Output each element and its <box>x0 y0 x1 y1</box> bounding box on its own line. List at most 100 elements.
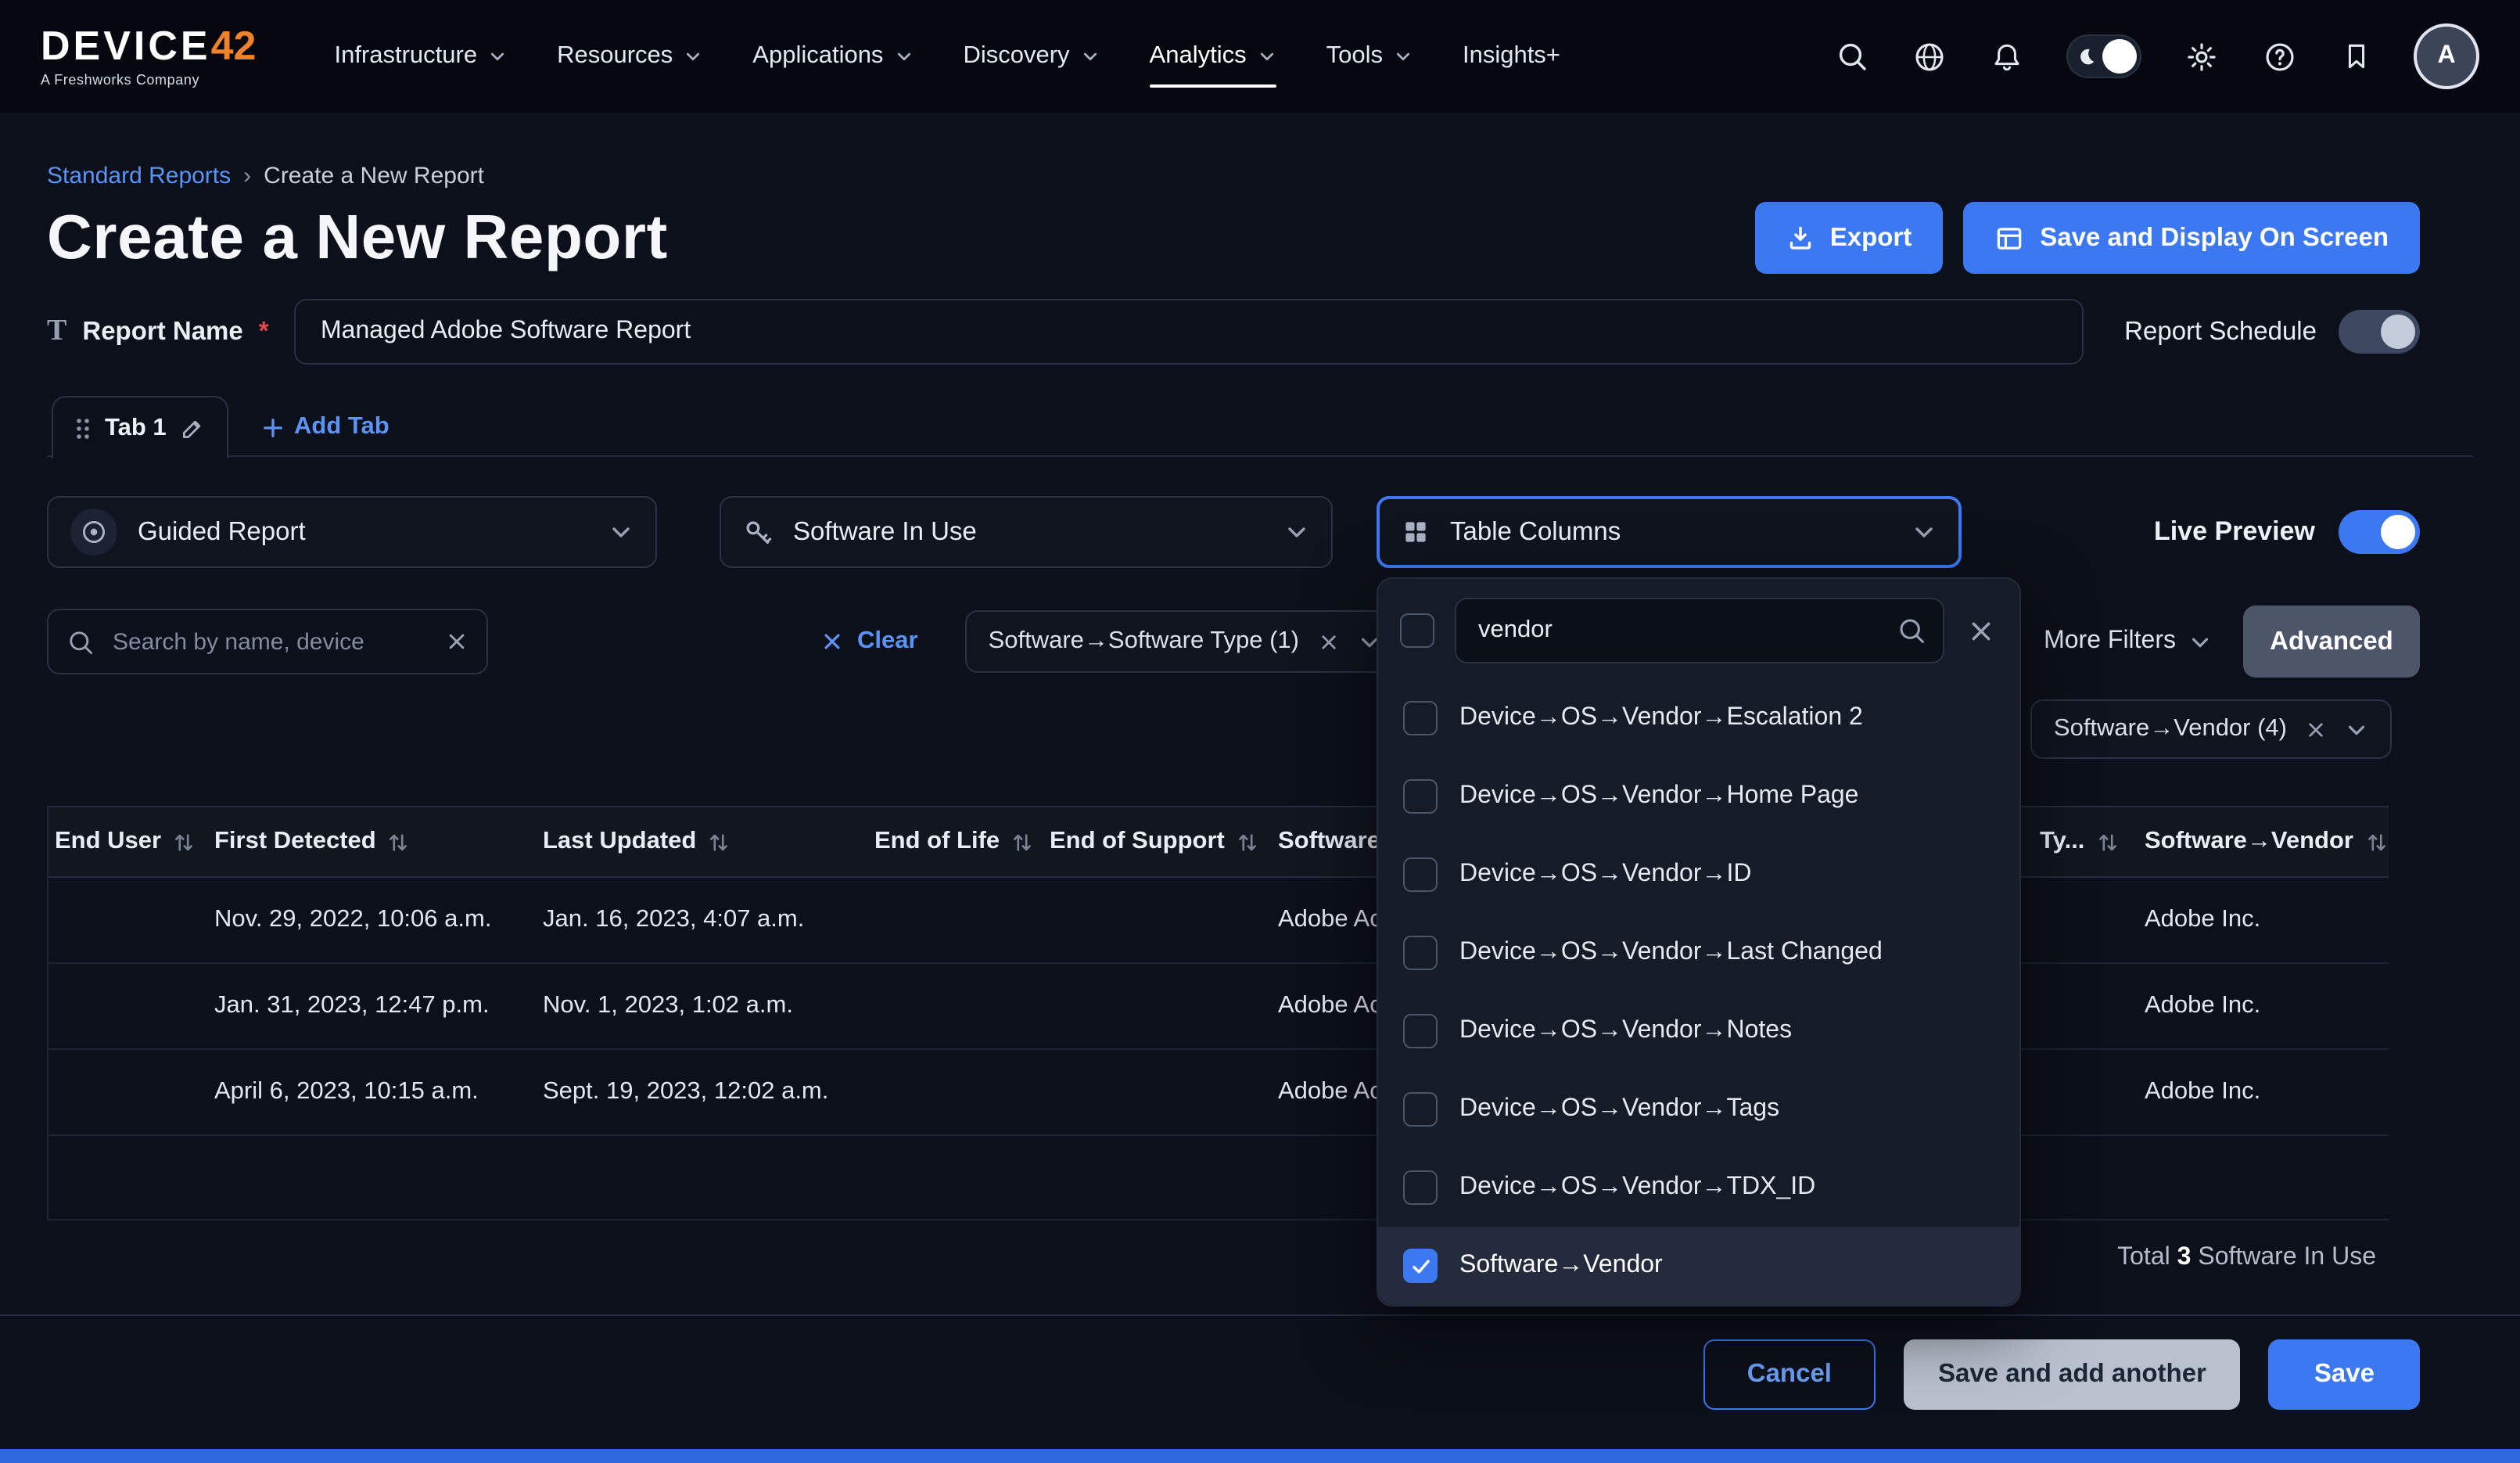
nav-item-resources[interactable]: Resources <box>557 0 702 113</box>
checkbox-unchecked[interactable] <box>1403 936 1438 970</box>
column-header[interactable]: End User <box>48 828 208 856</box>
breadcrumb-separator: › <box>243 163 251 189</box>
select-all-checkbox[interactable] <box>1400 613 1434 648</box>
chevron-down-icon <box>1912 519 1937 545</box>
column-header[interactable]: End of Life <box>868 828 1043 856</box>
nav-label: Infrastructure <box>334 42 477 70</box>
gear-icon[interactable] <box>2185 40 2218 73</box>
table-row[interactable]: Jan. 31, 2023, 12:47 p.m.Nov. 1, 2023, 1… <box>48 964 2389 1050</box>
close-dropdown-icon[interactable] <box>1968 617 1994 644</box>
theme-toggle[interactable] <box>2068 36 2140 77</box>
column-option[interactable]: Device→OS→Vendor→Notes <box>1378 992 2019 1070</box>
nav-item-discovery[interactable]: Discovery <box>963 0 1099 113</box>
drag-handle-icon[interactable] <box>75 415 91 440</box>
checkbox-unchecked[interactable] <box>1403 779 1438 814</box>
report-type-value: Guided Report <box>138 517 306 547</box>
save-button[interactable]: Save <box>2269 1339 2420 1410</box>
nav-item-analytics[interactable]: Analytics <box>1150 0 1276 113</box>
sort-icon <box>2366 832 2386 852</box>
chevron-down-icon <box>684 47 702 66</box>
clear-filters-button[interactable]: Clear <box>821 627 918 656</box>
table-cell: Adobe Inc. <box>2138 906 2389 934</box>
checkbox-unchecked[interactable] <box>1403 857 1438 892</box>
live-preview-toggle[interactable] <box>2339 510 2420 554</box>
column-option[interactable]: Device→OS→Vendor→TDX_ID <box>1378 1148 2019 1227</box>
tab-1[interactable]: Tab 1 <box>52 396 229 458</box>
logo-text: DEVICE42 <box>41 25 256 66</box>
sort-icon <box>1012 832 1032 852</box>
report-name-input[interactable] <box>294 299 2084 365</box>
column-header-label: Software→Vendor <box>2145 828 2353 856</box>
column-option[interactable]: Device→OS→Vendor→Escalation 2 <box>1378 679 2019 757</box>
checkbox-unchecked[interactable] <box>1403 1170 1438 1205</box>
bell-icon[interactable] <box>1991 40 2023 73</box>
nav-item-tools[interactable]: Tools <box>1326 0 1413 113</box>
report-type-select[interactable]: Guided Report <box>47 496 657 568</box>
bookmark-icon[interactable] <box>2342 41 2371 72</box>
report-schedule: Report Schedule <box>2124 310 2420 354</box>
column-header[interactable]: Last Updated <box>537 828 868 856</box>
vendor-filter-chip[interactable]: Software→Vendor (4) <box>2030 699 2392 759</box>
column-option[interactable]: Device→OS→Vendor→Last Changed <box>1378 914 2019 992</box>
search-input[interactable] <box>109 627 430 656</box>
save-add-another-button[interactable]: Save and add another <box>1904 1339 2241 1410</box>
search-icon[interactable] <box>1836 41 1868 72</box>
table-columns-select[interactable]: Table Columns <box>1377 496 1962 568</box>
column-header[interactable]: First Detected <box>208 828 537 856</box>
column-header[interactable]: Software→Vendor <box>2138 828 2389 856</box>
column-search-row <box>1378 579 2019 673</box>
object-type-select[interactable]: Software In Use <box>720 496 1333 568</box>
chevron-down-icon[interactable] <box>2345 717 2368 741</box>
checkbox-checked[interactable] <box>1403 1249 1438 1283</box>
avatar[interactable]: A <box>2417 27 2476 86</box>
checkbox-unchecked[interactable] <box>1403 1092 1438 1127</box>
total-suffix: Software In Use <box>2198 1244 2376 1271</box>
column-option[interactable]: Device→OS→Vendor→ID <box>1378 836 2019 914</box>
nav-label: Resources <box>557 42 673 70</box>
logo-42: 42 <box>211 22 257 69</box>
add-tab-button[interactable]: Add Tab <box>263 413 389 441</box>
column-header-label: Last Updated <box>543 828 696 856</box>
clear-search-icon[interactable] <box>446 631 468 652</box>
nav-item-applications[interactable]: Applications <box>752 0 913 113</box>
checkbox-unchecked[interactable] <box>1403 1014 1438 1048</box>
column-option[interactable]: Software→Vendor <box>1378 1227 2019 1305</box>
edit-tab-icon[interactable] <box>181 415 206 440</box>
nav-item-infrastructure[interactable]: Infrastructure <box>334 0 507 113</box>
footer-actions: Cancel Save and add another Save <box>47 1339 2420 1410</box>
table-row[interactable]: April 6, 2023, 10:15 a.m.Sept. 19, 2023,… <box>48 1050 2389 1136</box>
breadcrumb-link[interactable]: Standard Reports <box>47 163 231 189</box>
checkbox-unchecked[interactable] <box>1403 701 1438 735</box>
export-button[interactable]: Export <box>1755 202 1944 274</box>
software-type-filter-chip[interactable]: Software→Software Type (1) <box>965 610 1404 673</box>
column-header[interactable]: Ty... <box>2034 828 2138 856</box>
add-tab-label: Add Tab <box>294 413 389 441</box>
table-cell: Nov. 1, 2023, 1:02 a.m. <box>537 992 868 1020</box>
help-icon[interactable] <box>2263 40 2296 73</box>
column-options-list: Device→OS→Vendor→Escalation 2Device→OS→V… <box>1378 673 2019 1305</box>
column-option[interactable]: Device→OS→Vendor→Home Page <box>1378 757 2019 836</box>
table-row[interactable]: Nov. 29, 2022, 10:06 a.m.Jan. 16, 2023, … <box>48 878 2389 964</box>
column-option[interactable]: Device→OS→Vendor→Tags <box>1378 1070 2019 1148</box>
nav-item-insights[interactable]: Insights+ <box>1463 0 1560 113</box>
remove-filter-icon[interactable] <box>2306 719 2326 739</box>
table-cell: April 6, 2023, 10:15 a.m. <box>208 1078 537 1106</box>
advanced-button[interactable]: Advanced <box>2243 606 2420 678</box>
bottom-accent-bar <box>0 1449 2520 1463</box>
nav-label: Discovery <box>963 42 1069 70</box>
plus-icon <box>263 417 283 437</box>
cancel-button[interactable]: Cancel <box>1703 1339 1876 1410</box>
column-search-input[interactable] <box>1455 598 1944 663</box>
device42-logo[interactable]: DEVICE42 A Freshworks Company <box>41 25 256 88</box>
sort-icon <box>709 832 729 852</box>
save-display-button[interactable]: Save and Display On Screen <box>1963 202 2420 274</box>
globe-icon[interactable] <box>1913 40 1946 73</box>
chevron-down-icon <box>1081 47 1100 66</box>
check-icon <box>1409 1254 1432 1278</box>
report-schedule-toggle[interactable] <box>2339 310 2420 354</box>
remove-filter-icon[interactable] <box>1318 631 1338 652</box>
sort-icon <box>174 832 194 852</box>
chip-label: Software→Vendor (4) <box>2054 715 2287 743</box>
column-header[interactable]: End of Support <box>1043 828 1272 856</box>
filter-row: Clear Software→Software Type (1) More Fi… <box>47 606 2420 678</box>
